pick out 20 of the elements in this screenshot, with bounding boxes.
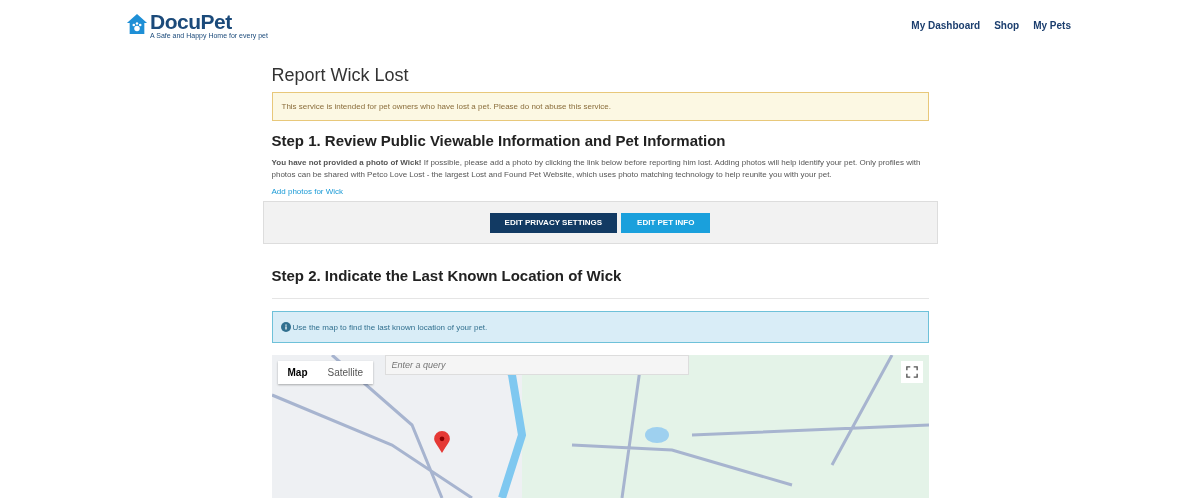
step-heading: Step 1. Review Public Viewable Information and Pet Information [271,131,727,151]
nav-link[interactable]: My Pets [1033,19,1071,31]
logo-wordmark[interactable]: DocuPet [150,10,268,32]
edit-privacy-button[interactable]: EDIT PRIVACY SETTINGS [489,212,618,233]
nav-link[interactable]: Shop [994,19,1020,31]
info-icon [280,322,291,332]
step-heading: Step 2. Indicate the Last Known Location of Wick [271,266,623,286]
map-type-tab[interactable]: Satellite [317,361,374,384]
warning-alert: This service is intended for pet owners who have lost a pet. Please do not abuse this service. [271,92,929,121]
page-title: Report Wick Lost [271,64,410,86]
photo-notice-text: You have not provided a photo of Wick! If possible, please add a photo by clicking the link below before reporting him lost. Adding photos will help identify your pet. Only profiles with photos can be shared with Petco Love Lost - the largest Lost and Found Pet Website, which uses photo matching technology to help reunite you with your pet. [271,157,922,181]
nav-link[interactable]: My Dashboard [911,19,981,31]
info-text: Use the map to find the last known location of your pet. [292,322,488,332]
map-area[interactable]: Map Satellite Enter a query [271,355,929,498]
map-pin-icon[interactable] [433,431,450,453]
map-type-tab[interactable]: Map [277,361,318,384]
fullscreen-icon [905,366,918,378]
fullscreen-button[interactable] [900,361,923,383]
house-paw-logo-icon [126,12,148,35]
map-search-field[interactable]: Enter a query [384,355,689,375]
